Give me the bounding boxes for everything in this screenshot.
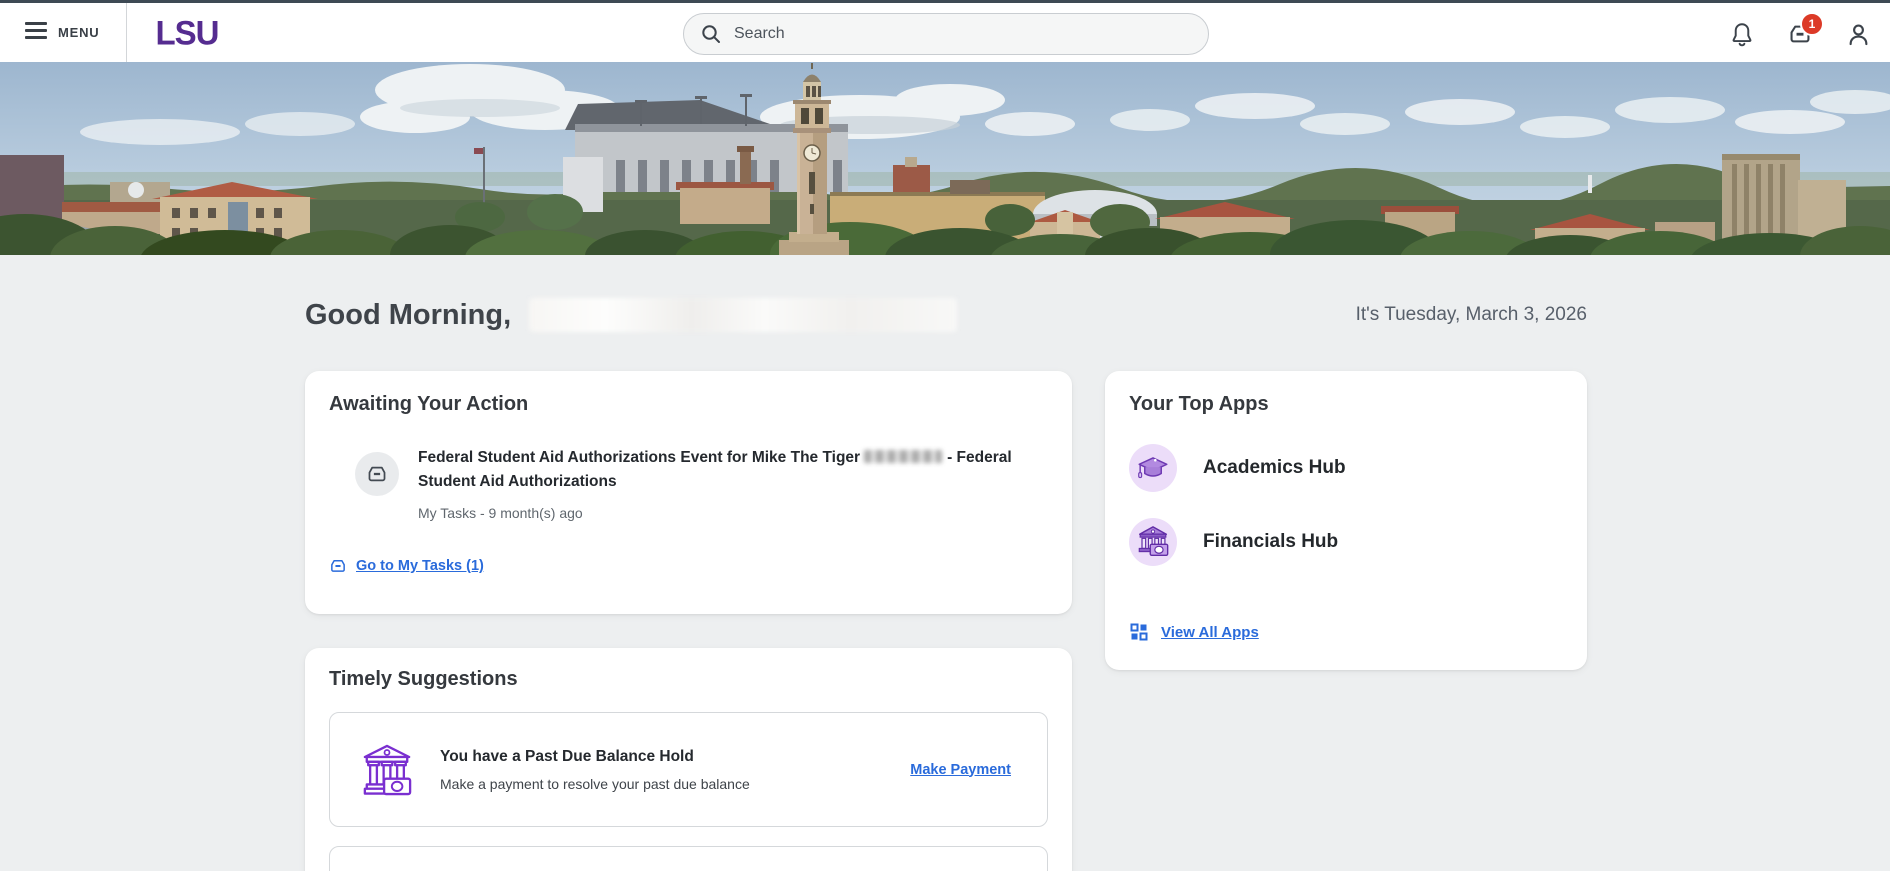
greeting-row: Good Morning, It's Tuesday, March 3, 202… (305, 295, 1587, 335)
search-input[interactable] (734, 25, 1192, 43)
redacted-student-id (864, 450, 943, 463)
suggestion-title: You have a Past Due Balance Hold (440, 747, 694, 765)
bank-money-icon (1138, 526, 1169, 556)
bank-payment-icon (363, 744, 412, 795)
main-content: Good Morning, It's Tuesday, March 3, 202… (305, 295, 1587, 871)
past-due-suggestion: You have a Past Due Balance Hold Make a … (329, 712, 1048, 827)
menu-label: MENU (58, 25, 100, 40)
notifications-button[interactable] (1728, 20, 1756, 48)
app-label: Academics Hub (1203, 457, 1346, 478)
app-label: Financials Hub (1203, 531, 1339, 552)
go-to-my-tasks-link[interactable]: Go to My Tasks (1) (329, 557, 484, 575)
hamburger-icon (25, 21, 47, 44)
topbar-divider (126, 3, 128, 62)
suggestion-description: Make a payment to resolve your past due … (440, 775, 750, 792)
profile-button[interactable] (1844, 20, 1872, 48)
search-bar[interactable] (683, 13, 1209, 55)
next-suggestion-partial (329, 846, 1048, 871)
redacted-student-name (529, 298, 958, 332)
campus-hero-photo (0, 62, 1890, 255)
your-top-apps-card: Your Top Apps Academics Hub Financials H… (1105, 371, 1587, 670)
greeting-title: Good Morning, (305, 298, 512, 331)
student-homepage: MENU LSU 1 (0, 0, 1890, 871)
topbar-icons: 1 (1728, 3, 1872, 65)
graduation-cap-icon (1138, 457, 1168, 479)
go-to-my-tasks-label: Go to My Tasks (1) (356, 558, 484, 574)
menu-button[interactable]: MENU (25, 3, 99, 62)
timely-suggestions-card: Timely Suggestions You have a Past Due B… (305, 648, 1072, 871)
apps-list: Academics Hub Financials Hub (1129, 444, 1563, 566)
awaiting-action-heading: Awaiting Your Action (329, 393, 529, 415)
task-body: Federal Student Aid Authorizations Event… (418, 446, 1068, 521)
bell-icon (1732, 23, 1752, 47)
task-row[interactable]: Federal Student Aid Authorizations Event… (329, 446, 1048, 521)
search-icon (702, 25, 720, 43)
top-apps-heading: Your Top Apps (1129, 393, 1269, 415)
lsu-logo[interactable]: LSU (155, 15, 219, 50)
suggestion-body: You have a Past Due Balance Hold Make a … (440, 748, 750, 792)
inbox-tray-icon (331, 560, 345, 572)
inbox-badge: 1 (1800, 12, 1824, 36)
current-date: It's Tuesday, March 3, 2026 (1355, 304, 1587, 325)
app-grid-icon (1130, 623, 1148, 641)
app-financials-hub[interactable]: Financials Hub (1129, 518, 1563, 566)
make-payment-link[interactable]: Make Payment (910, 762, 1011, 778)
awaiting-your-action-card: Awaiting Your Action Federal Student Aid… (305, 371, 1072, 614)
inbox-tray-icon (368, 466, 386, 482)
my-tasks-inbox-button[interactable]: 1 (1786, 12, 1824, 48)
person-icon (1849, 24, 1867, 45)
task-title: Federal Student Aid Authorizations Event… (418, 446, 1068, 494)
task-title-text: Federal Student Aid Authorizations Event… (418, 449, 861, 466)
app-academics-hub[interactable]: Academics Hub (1129, 444, 1563, 492)
task-meta: My Tasks - 9 month(s) ago (418, 505, 583, 521)
academics-hub-icon-circle (1129, 444, 1177, 492)
top-bar: MENU LSU 1 (0, 0, 1890, 62)
view-all-apps-link[interactable]: View All Apps (1129, 622, 1259, 642)
view-all-apps-label: View All Apps (1161, 623, 1259, 641)
task-icon-circle (355, 452, 399, 496)
financials-hub-icon-circle (1129, 518, 1177, 566)
timely-suggestions-heading: Timely Suggestions (329, 668, 518, 690)
